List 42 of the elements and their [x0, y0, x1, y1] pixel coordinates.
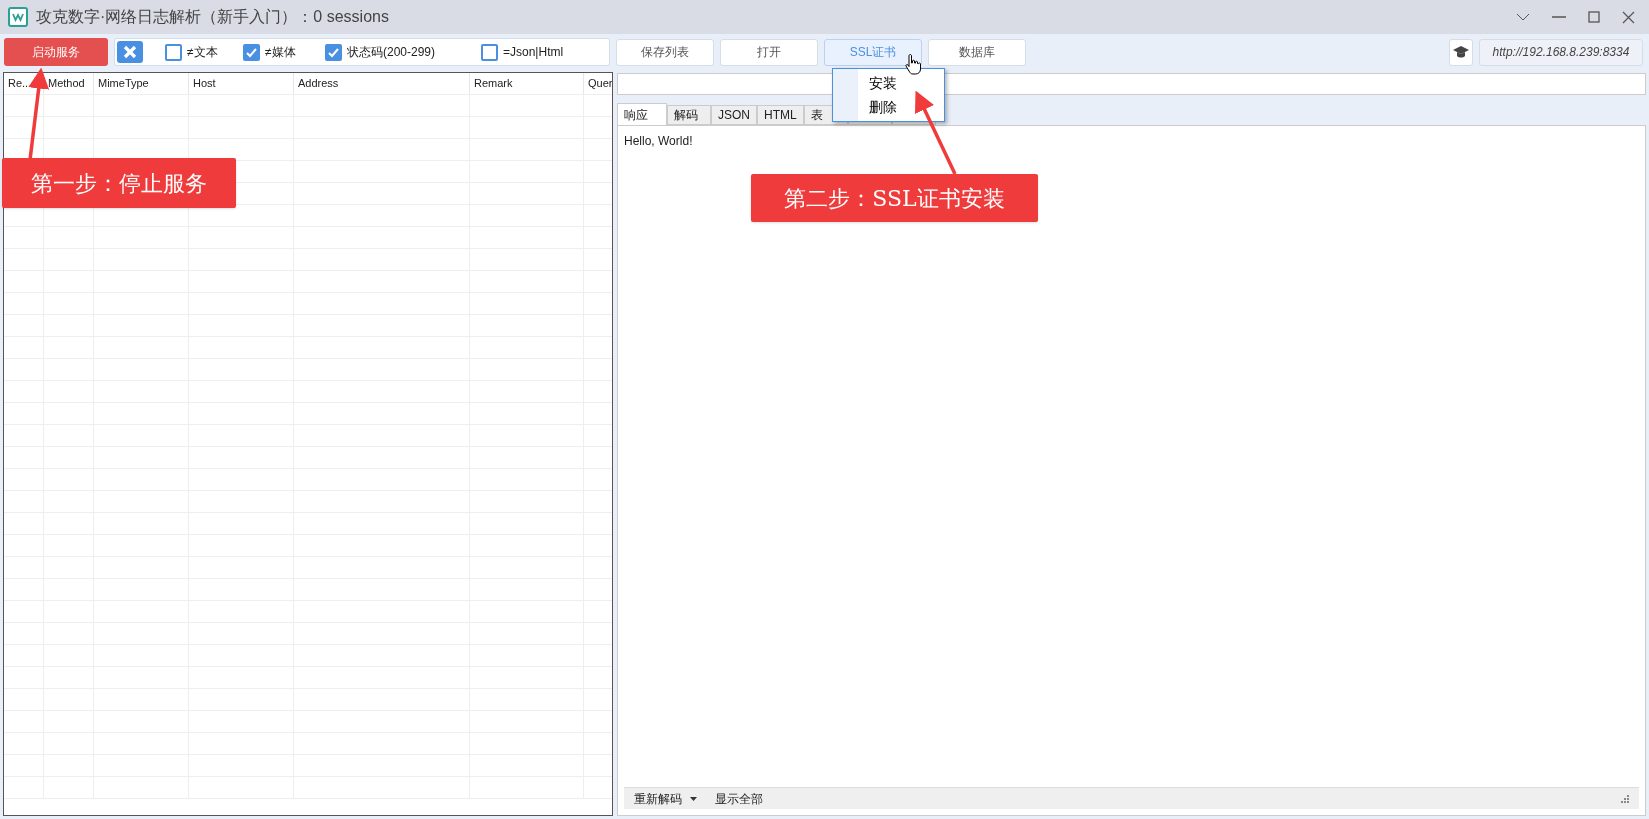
- app-icon: [8, 7, 28, 27]
- checkbox[interactable]: [325, 43, 342, 61]
- checkbox[interactable]: [165, 43, 182, 61]
- column-header[interactable]: Host: [189, 73, 294, 94]
- column-header[interactable]: Quer: [584, 73, 612, 94]
- toolbar-button[interactable]: 数据库: [928, 38, 1026, 66]
- maximize-icon[interactable]: [1588, 11, 1600, 23]
- menu-item[interactable]: 安装: [833, 71, 944, 95]
- url-field[interactable]: http://192.168.8.239:8334: [1479, 38, 1643, 66]
- show-all-button[interactable]: 显示全部: [715, 789, 763, 808]
- toolbar-button[interactable]: 打开: [720, 38, 818, 66]
- column-header[interactable]: Address: [294, 73, 470, 94]
- tab[interactable]: 响应: [617, 103, 667, 125]
- close-icon: [123, 45, 137, 59]
- search-field[interactable]: [617, 73, 1646, 95]
- column-header[interactable]: Method: [44, 73, 94, 94]
- tab[interactable]: JSON: [711, 105, 757, 125]
- graduation-cap-icon[interactable]: [1449, 38, 1473, 66]
- hand-cursor-icon: [905, 53, 923, 75]
- caret-icon: [690, 796, 697, 801]
- tab[interactable]: 解码: [667, 105, 711, 125]
- decode-dropdown[interactable]: 重新解码: [634, 789, 697, 808]
- annotation-callout: 第二步：SSL证书安装: [751, 174, 1038, 222]
- column-header[interactable]: Remark: [470, 73, 584, 94]
- filter-label: 状态码(200-299): [347, 44, 436, 61]
- clear-button[interactable]: [117, 41, 143, 63]
- checkbox[interactable]: [243, 43, 260, 61]
- window-title: 攻克数字·网络日志解析（新手入门）：0 sessions: [36, 7, 389, 27]
- column-header[interactable]: MimeType: [94, 73, 189, 94]
- checkbox[interactable]: [481, 43, 498, 61]
- filter-label: =Json|Html: [503, 44, 564, 61]
- resize-grip-icon: [1621, 794, 1629, 803]
- filter-label: ≠媒体: [265, 44, 296, 61]
- chevron-down-icon[interactable]: [1516, 12, 1530, 22]
- close-icon[interactable]: [1622, 10, 1635, 24]
- toolbar-button[interactable]: 保存列表: [616, 38, 714, 66]
- response-text: Hello, World!: [624, 133, 694, 150]
- annotation-callout: 第一步：停止服务: [2, 158, 236, 208]
- start-service-button[interactable]: 启动服务: [4, 38, 108, 66]
- column-header[interactable]: Re...: [4, 73, 44, 94]
- tab[interactable]: HTML: [757, 105, 804, 125]
- filter-label: ≠文本: [187, 44, 218, 61]
